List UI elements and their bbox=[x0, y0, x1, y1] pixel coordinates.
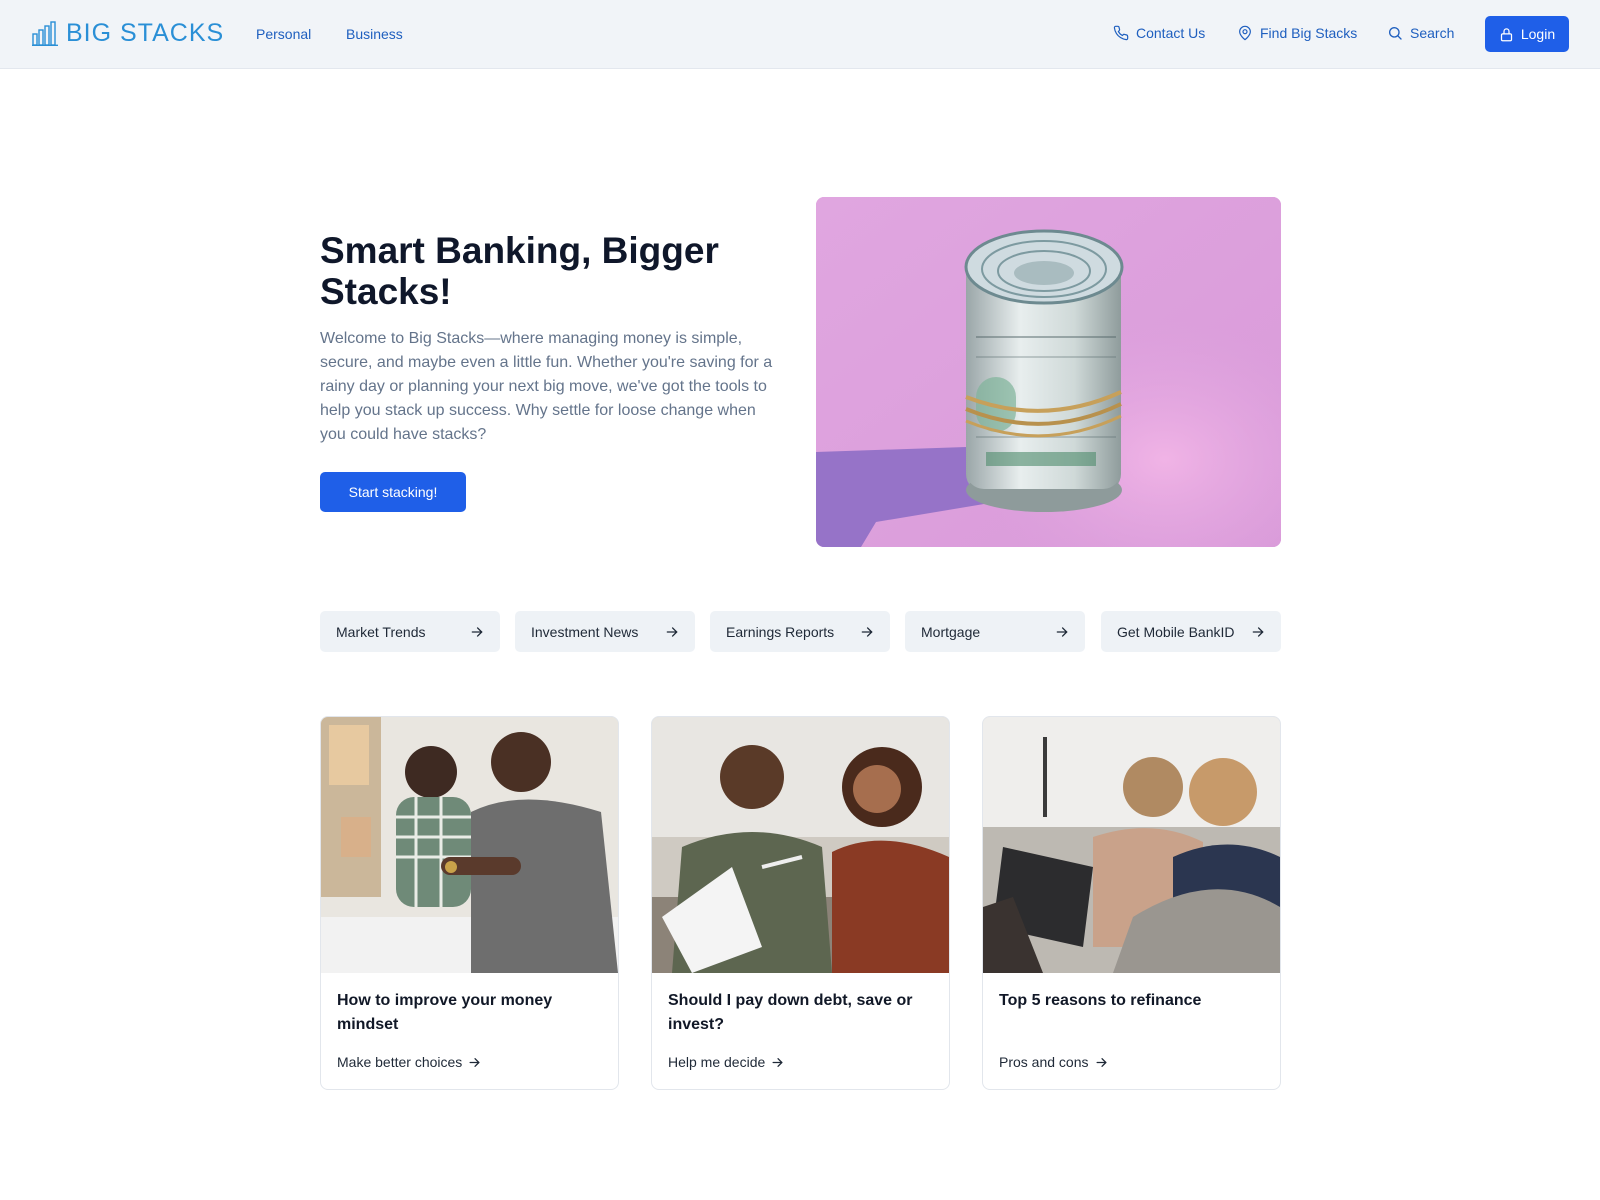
arrow-right-icon bbox=[861, 626, 873, 637]
find-big-stacks-label: Find Big Stacks bbox=[1260, 25, 1358, 41]
login-label: Login bbox=[1520, 26, 1556, 42]
article-card-money-mindset[interactable]: How to improve your money mindset Make b… bbox=[320, 716, 619, 1090]
quick-link-earnings-reports[interactable]: Earnings Reports bbox=[710, 611, 890, 652]
find-big-stacks-link[interactable]: Find Big Stacks bbox=[1237, 24, 1357, 42]
card-link-label: Help me decide bbox=[668, 1054, 766, 1070]
hero-description: Welcome to Big Stacks—where managing mon… bbox=[320, 330, 773, 443]
arrow-right-icon bbox=[666, 626, 678, 637]
card-link-label: Pros and cons bbox=[999, 1054, 1089, 1070]
search-link[interactable]: Search bbox=[1387, 24, 1454, 42]
quick-link-label: Investment News bbox=[531, 623, 639, 640]
card-link-label: Make better choices bbox=[337, 1054, 463, 1070]
arrow-right-icon bbox=[1056, 626, 1068, 637]
phone-icon bbox=[1113, 25, 1129, 41]
nav-business[interactable]: Business bbox=[346, 25, 403, 43]
contact-us-label: Contact Us bbox=[1136, 25, 1206, 41]
quick-link-mobile-bankid[interactable]: Get Mobile BankID bbox=[1101, 611, 1281, 652]
arrow-right-icon bbox=[772, 1057, 783, 1067]
quick-link-investment-news[interactable]: Investment News bbox=[515, 611, 695, 652]
bar-chart-logo-icon bbox=[32, 21, 58, 46]
card-link[interactable]: Make better choices bbox=[337, 1054, 481, 1070]
search-icon bbox=[1389, 27, 1402, 40]
lock-icon bbox=[1500, 27, 1512, 41]
arrow-right-icon bbox=[1252, 626, 1264, 637]
money-roll-illustration bbox=[816, 197, 1281, 547]
quick-link-mortgage[interactable]: Mortgage bbox=[905, 611, 1085, 652]
nav-personal[interactable]: Personal bbox=[256, 25, 311, 43]
father-son-counting-coins-photo bbox=[321, 717, 618, 973]
arrow-right-icon bbox=[469, 1057, 480, 1067]
card-link[interactable]: Help me decide bbox=[668, 1054, 784, 1070]
arrow-right-icon bbox=[1096, 1057, 1106, 1067]
card-link[interactable]: Pros and cons bbox=[999, 1054, 1108, 1070]
logo-text: BIG STACKS bbox=[66, 19, 225, 47]
quick-link-label: Mortgage bbox=[921, 623, 981, 640]
contact-us-link[interactable]: Contact Us bbox=[1113, 24, 1205, 42]
article-card-debt-save-invest[interactable]: Should I pay down debt, save or invest? … bbox=[651, 716, 950, 1090]
women-on-couch-laptop-photo bbox=[983, 717, 1280, 973]
logo[interactable]: BIG STACKS bbox=[32, 20, 224, 46]
quick-link-label: Earnings Reports bbox=[726, 623, 835, 640]
hero-money-roll-image bbox=[816, 197, 1281, 547]
start-stacking-button[interactable]: Start stacking! bbox=[320, 472, 466, 512]
search-label: Search bbox=[1410, 25, 1455, 41]
couple-reviewing-papers-photo bbox=[652, 717, 949, 973]
card-title: Top 5 reasons to refinance bbox=[999, 992, 1202, 1009]
card-title: Should I pay down debt, save or invest? bbox=[668, 992, 913, 1033]
article-card-refinance[interactable]: Top 5 reasons to refinance Pros and cons bbox=[982, 716, 1281, 1090]
login-button[interactable]: Login bbox=[1485, 16, 1569, 52]
hero-title: Smart Banking, Bigger Stacks! bbox=[320, 230, 719, 312]
quick-link-label: Get Mobile BankID bbox=[1117, 623, 1235, 640]
card-title: How to improve your money mindset bbox=[337, 992, 553, 1033]
quick-link-label: Market Trends bbox=[336, 623, 426, 640]
arrow-right-icon bbox=[471, 626, 483, 637]
site-header: BIG STACKS Personal Business Contact Us … bbox=[0, 0, 1600, 69]
quick-link-market-trends[interactable]: Market Trends bbox=[320, 611, 500, 652]
map-pin-icon bbox=[1239, 25, 1251, 41]
